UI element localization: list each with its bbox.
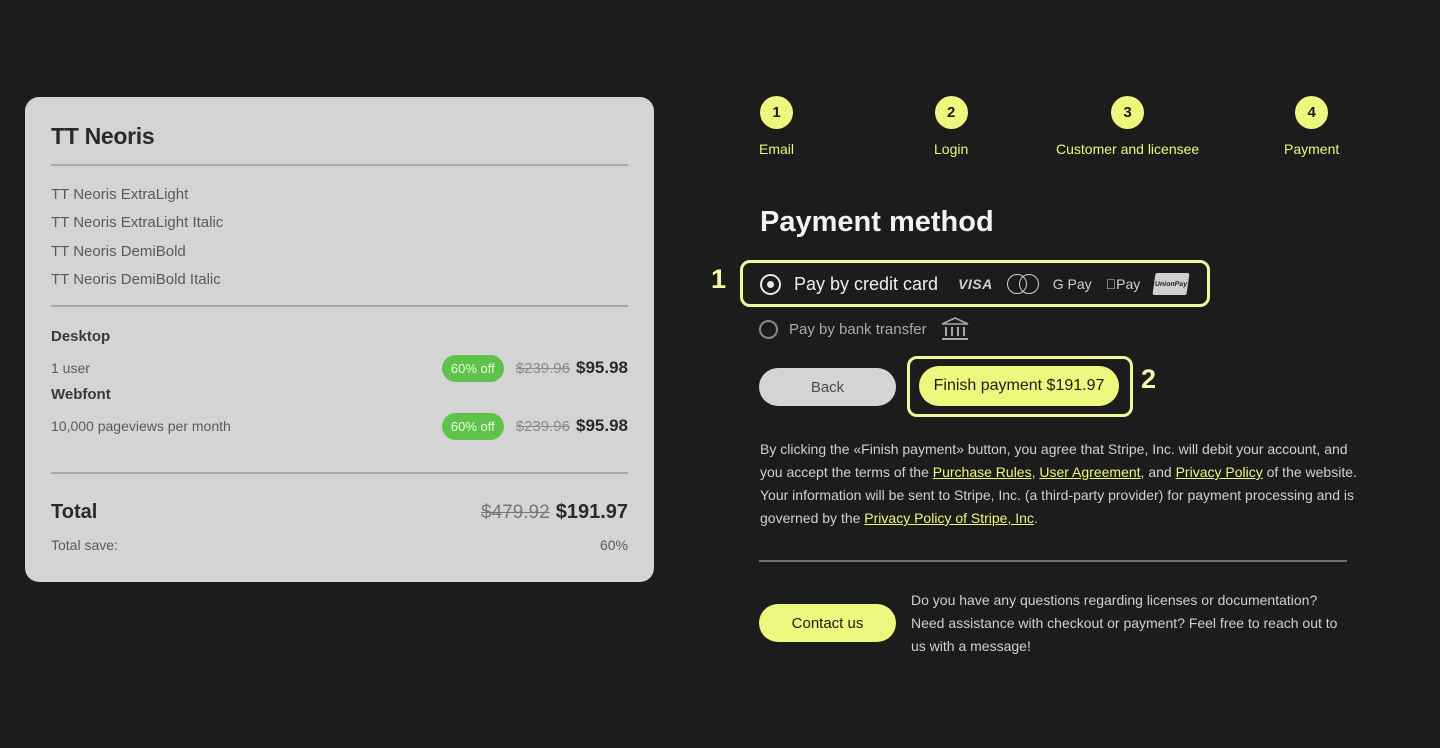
license-section-webfont: Webfont: [51, 386, 111, 403]
privacy-policy-link[interactable]: Privacy Policy: [1176, 464, 1263, 480]
list-item: TT Neoris DemiBold Italic: [51, 270, 221, 288]
step-number: 2: [934, 96, 968, 129]
mastercard-icon: [1006, 274, 1039, 294]
visa-icon: VISA: [958, 276, 993, 292]
step-label: Email: [759, 141, 795, 157]
order-summary-card: TT Neoris TT Neoris ExtraLight TT Neoris…: [25, 97, 654, 582]
total-price: $191.97: [555, 501, 628, 523]
list-item: TT Neoris ExtraLight Italic: [51, 214, 224, 232]
step-login[interactable]: 2 Login: [934, 96, 968, 157]
font-style-list: TT Neoris ExtraLight TT Neoris ExtraLigh…: [51, 185, 223, 298]
step-number: 3: [1111, 96, 1145, 129]
contact-us-button[interactable]: Contact us: [759, 604, 896, 642]
price: $95.98: [576, 416, 628, 435]
finish-payment-button[interactable]: Finish payment $191.97: [919, 366, 1119, 406]
payment-option-card[interactable]: Pay by credit card VISA G Pay Pay Union…: [760, 273, 1190, 295]
step-email[interactable]: 1 Email: [759, 96, 794, 157]
total-save-label: Total save:: [51, 537, 118, 553]
divider: [51, 164, 628, 166]
total-save-value: 60%: [599, 537, 628, 553]
bank-icon: [941, 317, 968, 340]
discount-badge: 60% off: [441, 412, 504, 440]
list-item: TT Neoris ExtraLight: [51, 186, 189, 203]
step-label: Payment: [1284, 141, 1340, 157]
total-save-row: Total save: 60%: [51, 537, 628, 553]
contact-help-text: Do you have any questions regarding lice…: [911, 592, 1338, 654]
total-row: Total $479.92 $191.97: [51, 501, 628, 524]
card-brand-icons: VISA G Pay Pay UnionPay: [958, 273, 1190, 295]
license-line-desktop: 1 user 60% off $239.96 $95.98: [51, 353, 628, 383]
old-price: $239.96: [515, 359, 570, 377]
stripe-privacy-link[interactable]: Privacy Policy of Stripe, Inc: [864, 510, 1034, 526]
radio-dot: [767, 280, 774, 288]
apple-pay-icon: Pay: [1105, 276, 1141, 292]
list-item: TT Neoris DemiBold: [51, 242, 186, 260]
annotation-marker-2: 2: [1141, 364, 1157, 394]
license-detail: 1 user: [51, 360, 90, 376]
bank-option-label: Pay by bank transfer: [789, 320, 927, 338]
annotation-marker-1: 1: [711, 264, 727, 294]
unionpay-icon: UnionPay: [1152, 273, 1190, 295]
step-number: 4: [1295, 96, 1329, 129]
legal-notice: By clicking the «Finish payment» button,…: [760, 441, 1357, 526]
old-price: $239.96: [515, 417, 570, 435]
product-title: TT Neoris: [51, 123, 155, 149]
user-agreement-link[interactable]: User Agreement: [1039, 464, 1140, 480]
discount-badge: 60% off: [441, 354, 504, 382]
divider: [51, 305, 628, 307]
step-label: Login: [934, 141, 969, 157]
purchase-rules-link[interactable]: Purchase Rules: [933, 464, 1032, 480]
step-number: 1: [760, 96, 793, 129]
license-section-desktop: Desktop: [51, 328, 111, 345]
divider: [759, 560, 1347, 562]
card-option-label: Pay by credit card: [794, 273, 939, 294]
back-button[interactable]: Back: [759, 368, 896, 406]
card-radio[interactable]: [760, 273, 781, 295]
divider: [51, 472, 628, 474]
google-pay-icon: G Pay: [1052, 276, 1092, 292]
step-payment[interactable]: 4 Payment: [1284, 96, 1339, 157]
payment-method-heading: Payment method: [760, 206, 994, 238]
step-label: Customer and licensee: [1056, 141, 1200, 157]
step-customer[interactable]: 3 Customer and licensee: [1056, 96, 1199, 157]
checkout-page: TT Neoris TT Neoris ExtraLight TT Neoris…: [0, 0, 1440, 748]
total-label: Total: [51, 501, 98, 523]
price: $95.98: [576, 358, 628, 377]
total-old-price: $479.92: [481, 502, 550, 523]
bank-radio[interactable]: [759, 319, 778, 339]
license-line-webfont: 10,000 pageviews per month 60% off $239.…: [51, 411, 628, 441]
license-detail: 10,000 pageviews per month: [51, 418, 231, 434]
payment-option-bank[interactable]: Pay by bank transfer: [759, 317, 969, 341]
